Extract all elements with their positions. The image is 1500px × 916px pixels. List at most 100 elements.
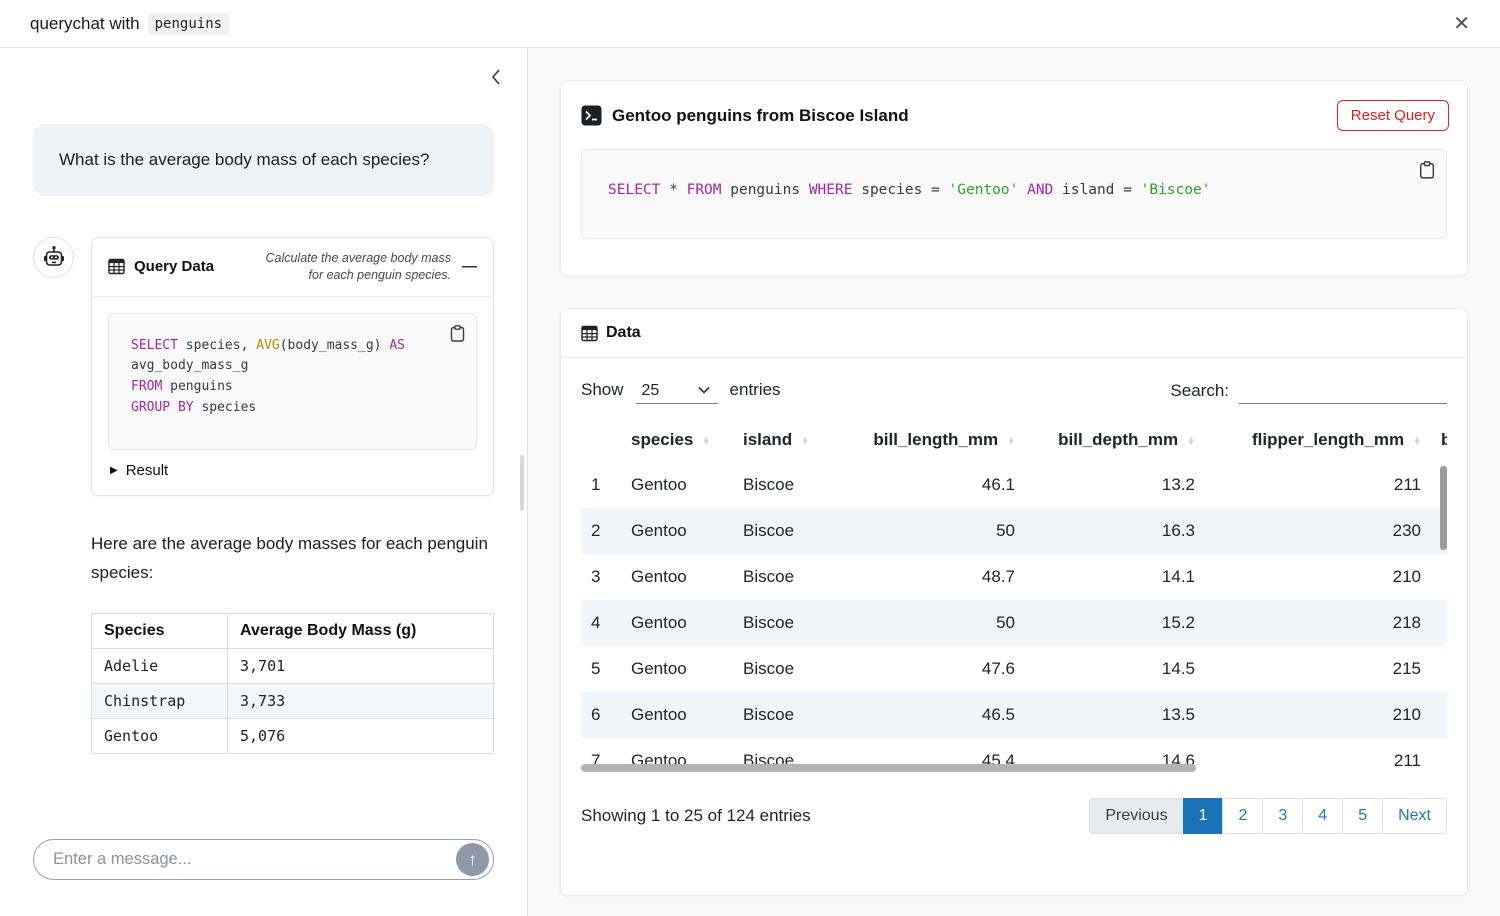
table-row: 1GentooBiscoe46.113.2211 <box>581 462 1447 508</box>
copy-icon[interactable] <box>1418 160 1436 180</box>
table-cell: 48.7 <box>833 554 1025 600</box>
page-length-control: Show 25 entries <box>581 380 781 404</box>
row-number-cell: 4 <box>581 600 621 646</box>
answer-table-cell: Adelie <box>92 649 228 684</box>
table-cell: 16.3 <box>1025 508 1205 554</box>
answer-table-row: Gentoo5,076 <box>92 719 494 754</box>
data-card-title: Data <box>606 324 641 342</box>
table-cell: Gentoo <box>621 462 733 508</box>
sql-line: FROM penguins <box>131 377 458 398</box>
table-cell: 230 <box>1205 508 1431 554</box>
table-cell: 211 <box>1205 462 1431 508</box>
table-row: 3GentooBiscoe48.714.1210 <box>581 554 1447 600</box>
answer-table-header-row: SpeciesAverage Body Mass (g) <box>92 614 494 649</box>
copy-icon[interactable] <box>449 324 466 343</box>
page-button-3[interactable]: 3 <box>1262 798 1303 834</box>
column-header-species[interactable]: species▲▼ <box>621 418 733 462</box>
table-cell: Biscoe <box>733 738 833 778</box>
result-expander[interactable]: ▶ Result <box>108 450 477 489</box>
search-label: Search: <box>1170 381 1229 401</box>
table-cell: 14.6 <box>1025 738 1205 778</box>
column-header-bill_depth_mm[interactable]: bill_depth_mm▲▼ <box>1025 418 1205 462</box>
column-header-flipper_length_mm[interactable]: flipper_length_mm▲▼ <box>1205 418 1431 462</box>
answer-table-row: Adelie3,701 <box>92 649 494 684</box>
chat-input-area: ↑ <box>33 839 494 880</box>
horizontal-scrollbar[interactable] <box>581 764 1196 772</box>
app-title-text: querychat with <box>30 14 140 34</box>
page-button-previous: Previous <box>1089 798 1183 834</box>
answer-table-cell: 3,733 <box>228 684 494 719</box>
table-cell: 50 <box>833 600 1025 646</box>
sort-icon: ▲▼ <box>1413 437 1421 445</box>
table-cell: 46.5 <box>833 692 1025 738</box>
page-button-1[interactable]: 1 <box>1183 798 1224 834</box>
table-cell: 46.1 <box>833 462 1025 508</box>
table-cell <box>1431 554 1447 600</box>
answer-table-cell: 5,076 <box>228 719 494 754</box>
sql-line: SELECT species, AVG(body_mass_g) AS <box>131 336 458 357</box>
table-row: 4GentooBiscoe5015.2218 <box>581 600 1447 646</box>
table-icon <box>108 258 125 275</box>
table-cell: 14.5 <box>1025 646 1205 692</box>
answer-table-cell: 3,701 <box>228 649 494 684</box>
sort-icon: ▲▼ <box>801 437 809 445</box>
query-title: Gentoo penguins from Biscoe Island <box>612 106 909 126</box>
sql-code-chat: SELECT species, AVG(body_mass_g) ASavg_b… <box>131 336 458 419</box>
table-cell <box>1431 738 1447 778</box>
table-cell <box>1431 600 1447 646</box>
column-header-b[interactable]: b <box>1431 418 1447 462</box>
table-cell: Gentoo <box>621 508 733 554</box>
table-row: 2GentooBiscoe5016.3230 <box>581 508 1447 554</box>
table-cell: 47.6 <box>833 646 1025 692</box>
caret-right-icon: ▶ <box>110 465 118 476</box>
main-panel: Gentoo penguins from Biscoe Island Reset… <box>528 48 1500 916</box>
sidebar-collapse-icon[interactable] <box>485 66 507 88</box>
table-cell: 50 <box>833 508 1025 554</box>
column-header-island[interactable]: island▲▼ <box>733 418 833 462</box>
page-button-next[interactable]: Next <box>1382 798 1447 834</box>
data-table-viewport: species▲▼island▲▼bill_length_mm▲▼bill_de… <box>581 418 1447 778</box>
sql-code-block-main: SELECT * FROM penguins WHERE species = '… <box>581 149 1447 239</box>
send-button[interactable]: ↑ <box>456 843 489 876</box>
row-number-header <box>581 418 621 462</box>
chat-message-input[interactable] <box>33 839 494 880</box>
column-header-bill_length_mm[interactable]: bill_length_mm▲▼ <box>833 418 1025 462</box>
table-cell: 14.1 <box>1025 554 1205 600</box>
table-cell: Biscoe <box>733 508 833 554</box>
result-label: Result <box>126 462 169 479</box>
close-icon[interactable]: ✕ <box>1445 10 1478 38</box>
table-cell: Biscoe <box>733 646 833 692</box>
table-cell: Biscoe <box>733 462 833 508</box>
table-cell: Gentoo <box>621 600 733 646</box>
window-titlebar: querychat with penguins ✕ <box>0 0 1500 48</box>
answer-table-cell: Gentoo <box>92 719 228 754</box>
tool-call-card: Query Data Calculate the average body ma… <box>91 237 494 496</box>
page-button-5[interactable]: 5 <box>1342 798 1383 834</box>
answer-table-header: Species <box>92 614 228 649</box>
table-icon <box>581 325 598 342</box>
answer-table-header: Average Body Mass (g) <box>228 614 494 649</box>
answer-table-cell: Chinstrap <box>92 684 228 719</box>
reset-query-button[interactable]: Reset Query <box>1337 100 1449 131</box>
sort-icon: ▲▼ <box>702 437 710 445</box>
page-button-4[interactable]: 4 <box>1302 798 1343 834</box>
table-cell: Gentoo <box>621 738 733 778</box>
minimize-icon[interactable]: — <box>460 258 479 275</box>
assistant-message: Query Data Calculate the average body ma… <box>33 237 494 755</box>
sidebar-scrollbar[interactable] <box>520 455 524 511</box>
table-cell: 210 <box>1205 692 1431 738</box>
search-input[interactable] <box>1239 381 1447 404</box>
entries-label: entries <box>730 380 781 400</box>
chat-sidebar: What is the average body mass of each sp… <box>0 48 528 916</box>
terminal-icon <box>581 105 602 126</box>
table-cell: 45.4 <box>833 738 1025 778</box>
datatable-controls: Show 25 entries Search: <box>561 358 1467 404</box>
sort-icon: ▲▼ <box>1187 437 1195 445</box>
data-table: species▲▼island▲▼bill_length_mm▲▼bill_de… <box>581 418 1447 778</box>
page-button-2[interactable]: 2 <box>1222 798 1263 834</box>
vertical-scrollbar[interactable] <box>1440 466 1447 550</box>
table-cell: 13.2 <box>1025 462 1205 508</box>
table-cell: Biscoe <box>733 692 833 738</box>
page-size-select[interactable]: 25 <box>636 380 718 404</box>
data-card: Data Show 25 entries Sear <box>560 308 1468 896</box>
